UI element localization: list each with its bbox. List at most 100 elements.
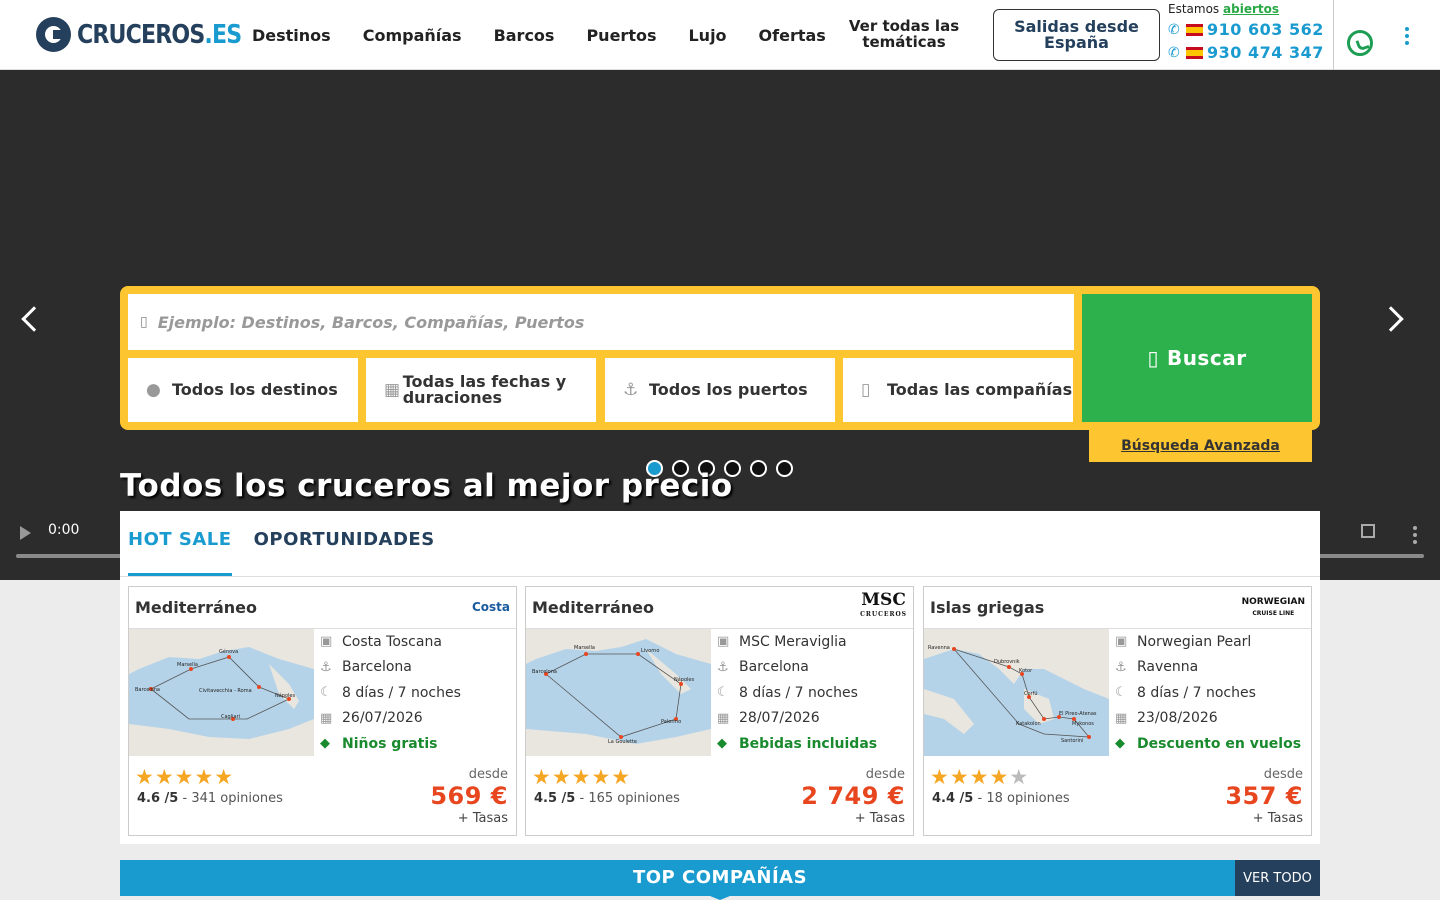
- offers-panel: HOT SALE OPORTUNIDADES Mediterráneo Cost…: [120, 511, 1320, 844]
- salidas-espana-button[interactable]: Salidas desde España: [993, 9, 1160, 61]
- rating-text: 4.4 /5 - 18 opiniones: [932, 791, 1070, 806]
- map-label: Marsella: [574, 645, 595, 651]
- tab-hot-sale[interactable]: HOT SALE: [128, 511, 232, 576]
- search-input[interactable]: ▯ Ejemplo: Destinos, Barcos, Compañías, P…: [128, 294, 1074, 350]
- buscar-button[interactable]: ▯ Buscar: [1082, 294, 1312, 422]
- carousel-dot[interactable]: [750, 460, 767, 477]
- filter-puertos[interactable]: ⚓ Todos los puertos: [605, 358, 835, 422]
- card-title: Mediterráneo: [135, 598, 258, 617]
- carousel-prev-icon[interactable]: [21, 306, 47, 332]
- calendar-icon: ▦: [1115, 710, 1128, 726]
- nav-tematicas[interactable]: Ver todas las temáticas: [834, 18, 974, 50]
- nav-barcos[interactable]: Barcos: [478, 26, 571, 45]
- spain-flag-icon: [1186, 46, 1203, 59]
- map-label: Génova: [219, 648, 238, 655]
- map-label: Dubrovnik: [994, 659, 1020, 665]
- anchor-icon: ⚓: [320, 659, 332, 675]
- map-label: Santorini: [1061, 738, 1083, 744]
- price-prefix: desde: [865, 767, 905, 782]
- main-nav: Destinos Compañías Barcos Puertos Lujo O…: [236, 0, 842, 70]
- search-icon: ▯: [1147, 346, 1159, 370]
- calendar-icon: ▦: [320, 710, 333, 726]
- site-header: CRUCEROS.ES Destinos Compañías Barcos Pu…: [0, 0, 1440, 70]
- filter-fechas[interactable]: ▦ Todas las fechas y duraciones: [366, 358, 596, 422]
- ship-icon: ▣: [717, 634, 730, 650]
- kebab-menu-icon[interactable]: [1405, 27, 1411, 48]
- card-footer: ★★★★★ 4.6 /5 - 341 opiniones desde 569 €…: [129, 757, 516, 835]
- nav-lujo[interactable]: Lujo: [672, 26, 742, 45]
- card-info: ▣ Costa Toscana ⚓ Barcelona ☾ 8 días / 7 no…: [320, 629, 516, 757]
- card-footer: ★★★★★ 4.4 /5 - 18 opiniones desde 357 € …: [924, 757, 1311, 835]
- nav-ofertas[interactable]: Ofertas: [743, 26, 842, 45]
- ncl-logo: NORWEGIAN CRUISE LINE: [1241, 596, 1305, 617]
- cruise-card[interactable]: Islas griegas NORWEGIAN CRUISE LINE Raven…: [923, 586, 1312, 836]
- anchor-icon: ⚓: [1115, 659, 1127, 675]
- open-status: Estamos abiertos: [1168, 2, 1279, 16]
- ver-todo-button[interactable]: VER TODO: [1235, 860, 1320, 896]
- video-menu-icon[interactable]: [1413, 526, 1419, 547]
- rating-stars: ★★★★★: [930, 765, 1030, 789]
- price: 2 749 €: [801, 782, 905, 810]
- map-label: Livorno: [641, 648, 659, 654]
- search-box: ▯ Ejemplo: Destinos, Barcos, Compañías, P…: [120, 286, 1320, 430]
- map-label: Civitavecchia - Roma: [199, 688, 252, 694]
- hero-title: Todos los cruceros al mejor precio: [120, 468, 733, 504]
- map-label: Barcelona: [532, 669, 557, 675]
- nav-companias[interactable]: Compañías: [347, 26, 478, 45]
- map-label: Palermo: [661, 719, 681, 725]
- nav-puertos[interactable]: Puertos: [570, 26, 672, 45]
- msc-logo: MSC CRUCEROS: [860, 590, 907, 619]
- card-info: ▣ Norwegian Pearl ⚓ Ravenna ☾ 8 días / 7 no…: [1115, 629, 1311, 757]
- rating-text: 4.6 /5 - 341 opiniones: [137, 791, 283, 806]
- video-time: 0:00: [48, 522, 80, 538]
- whatsapp-icon[interactable]: [1347, 30, 1373, 56]
- phone-2[interactable]: ✆ 930 474 347: [1168, 43, 1333, 62]
- info-port: ⚓ Barcelona: [717, 659, 809, 676]
- info-port: ⚓ Ravenna: [1115, 659, 1199, 676]
- card-title: Islas griegas: [930, 598, 1045, 617]
- rating-stars: ★★★★★: [532, 765, 632, 789]
- anchor-icon: ⚓: [717, 659, 729, 675]
- carousel-next-icon[interactable]: [1378, 306, 1404, 332]
- info-port: ⚓ Barcelona: [320, 659, 412, 676]
- cruise-card[interactable]: Mediterráneo Costa Marsella Génova Barce…: [128, 586, 517, 836]
- filter-companias[interactable]: ▯ Todas las compañías: [843, 358, 1073, 422]
- nav-destinos[interactable]: Destinos: [236, 26, 347, 45]
- card-header: Mediterráneo Costa: [129, 587, 516, 629]
- cruise-card[interactable]: Mediterráneo MSC CRUCEROS Marsella Livorn…: [525, 586, 914, 836]
- info-promo: ◆ Niños gratis: [320, 735, 438, 752]
- info-promo: ◆ Descuento en vuelos: [1115, 735, 1302, 752]
- costa-logo: Costa: [471, 600, 510, 614]
- info-ship: ▣ Costa Toscana: [320, 633, 442, 650]
- map-label: Nápoles: [674, 676, 695, 683]
- busqueda-avanzada-link[interactable]: Búsqueda Avanzada: [1089, 430, 1312, 462]
- map-label: Nápoles: [275, 692, 296, 699]
- route-map: Marsella Génova Barcelona Civitavecchia …: [129, 629, 314, 756]
- filter-destinos[interactable]: ● Todos los destinos: [128, 358, 358, 422]
- top-companias-bar: TOP COMPAÑÍAS VER TODO: [120, 860, 1320, 896]
- tag-icon: ◆: [1115, 736, 1125, 752]
- spain-flag-icon: [1186, 23, 1203, 36]
- search-icon: ▯: [140, 314, 148, 330]
- price: 357 €: [1225, 782, 1303, 810]
- tab-oportunidades[interactable]: OPORTUNIDADES: [254, 511, 435, 576]
- map-label: Mykonos: [1072, 721, 1094, 727]
- map-label: Marsella: [177, 662, 198, 668]
- section-notch: [710, 896, 730, 900]
- phone-1[interactable]: ✆ 910 603 562: [1168, 20, 1333, 39]
- fullscreen-icon[interactable]: [1361, 524, 1375, 538]
- phone-icon: ✆: [1168, 44, 1181, 61]
- play-icon[interactable]: [20, 526, 31, 540]
- route-map: Ravenna Dubrovnik Kotor Corfú Katakolon …: [924, 629, 1109, 756]
- map-label: Kotor: [1019, 668, 1033, 674]
- map-label: El Pireo-Atenas: [1059, 711, 1097, 717]
- route-map: Marsella Livorno Barcelona Nápoles Paler…: [526, 629, 711, 756]
- tasas-note: + Tasas: [854, 811, 905, 826]
- tasas-note: + Tasas: [1252, 811, 1303, 826]
- carousel-dot[interactable]: [776, 460, 793, 477]
- moon-icon: ☾: [320, 685, 332, 701]
- calendar-icon: ▦: [717, 710, 730, 726]
- rating-stars: ★★★★★: [135, 765, 235, 789]
- map-label: Cagliari: [221, 714, 240, 720]
- open-status-link[interactable]: abiertos: [1223, 2, 1279, 16]
